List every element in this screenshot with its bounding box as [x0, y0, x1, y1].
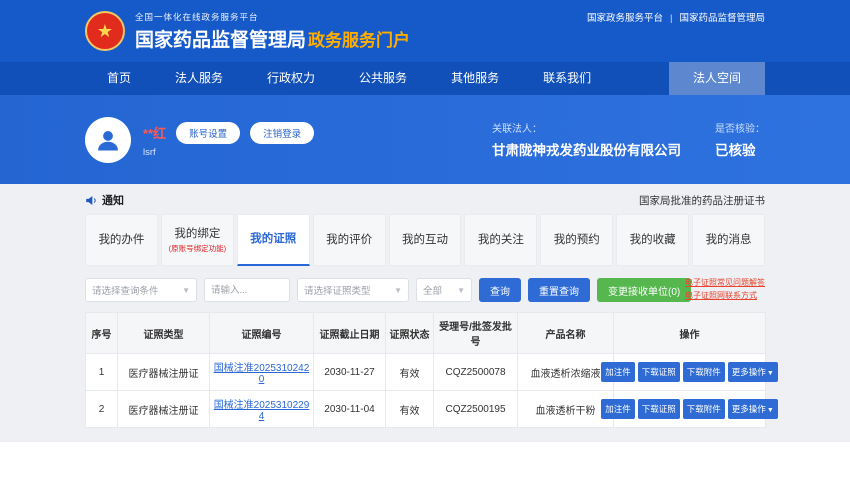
tab-my-follows[interactable]: 我的关注: [464, 214, 537, 266]
user-avatar: [85, 117, 131, 163]
verify-status-value: 已核验: [715, 139, 765, 159]
national-emblem-icon: ★: [85, 11, 125, 51]
nav-item-other-services[interactable]: 其他服务: [429, 62, 521, 95]
main-nav: 首页 法人服务 行政权力 公共服务 其他服务 联系我们 法人空间: [0, 62, 850, 95]
header-top-links: 国家政务服务平台 | 国家药品监督管理局: [587, 10, 765, 24]
tab-my-licenses[interactable]: 我的证照: [237, 214, 310, 266]
site-title-block: 全国一体化在线政务服务平台 国家药品监督管理局政务服务门户: [135, 11, 410, 52]
portal-title: 政务服务门户: [308, 31, 410, 50]
cell-index: 2: [86, 391, 118, 428]
col-header-license-number: 证照编号: [210, 313, 314, 354]
tab-my-appointments[interactable]: 我的预约: [540, 214, 613, 266]
cell-status: 有效: [386, 391, 434, 428]
download-attachment-button[interactable]: 下载附件: [683, 399, 725, 419]
person-icon: [94, 126, 122, 154]
cert-number-link[interactable]: 国械注准20253102294: [214, 400, 310, 422]
tab-my-reviews[interactable]: 我的评价: [313, 214, 386, 266]
tab-my-messages[interactable]: 我的消息: [692, 214, 765, 266]
tab-my-items[interactable]: 我的办件: [85, 214, 158, 266]
help-links: 电子证照常见问题解答 电子证照网联系方式: [685, 277, 765, 303]
keyword-input[interactable]: [204, 278, 290, 302]
notice-label: 通知: [102, 192, 124, 208]
table-row: 1 医疗器械注册证 国械注准20253102420 2030-11-27 有效 …: [86, 354, 766, 391]
cell-product-name: 血液透析浓缩液: [518, 354, 614, 391]
related-corp-label: 关联法人：: [492, 120, 681, 135]
col-header-expiry: 证照截止日期: [314, 313, 386, 354]
cell-expiry: 2030-11-27: [314, 354, 386, 391]
download-license-button[interactable]: 下载证照: [638, 399, 680, 419]
chevron-down-icon: ▼: [457, 286, 465, 295]
query-button[interactable]: 查询: [479, 278, 521, 302]
logout-button[interactable]: 注销登录: [250, 122, 314, 144]
link-national-platform[interactable]: 国家政务服务平台: [587, 13, 663, 24]
cell-product-name: 血液透析干粉: [518, 391, 614, 428]
col-header-status: 证照状态: [386, 313, 434, 354]
verify-status-group: 是否核验： 已核验: [715, 120, 765, 159]
license-contact-link[interactable]: 电子证照网联系方式: [685, 290, 765, 303]
notice-right-text[interactable]: 国家局批准的药品注册证书: [639, 193, 765, 208]
site-title: 国家药品监督管理局: [135, 30, 306, 51]
cell-license-type: 医疗器械注册证: [118, 354, 210, 391]
nav-item-contact[interactable]: 联系我们: [521, 62, 613, 95]
col-header-acceptance-number: 受理号/批签发批号: [434, 313, 518, 354]
license-table: 序号 证照类型 证照编号 证照截止日期 证照状态 受理号/批签发批号 产品名称 …: [85, 312, 766, 428]
separator: |: [670, 13, 672, 24]
annotate-button[interactable]: 加注件: [601, 399, 635, 419]
query-condition-select[interactable]: 请选择查询条件 ▼: [85, 278, 197, 302]
tab-my-favorites[interactable]: 我的收藏: [616, 214, 689, 266]
annotate-button[interactable]: 加注件: [601, 362, 635, 382]
col-header-index: 序号: [86, 313, 118, 354]
speaker-icon: [85, 194, 98, 207]
tabs-bar: 我的办件 我的绑定(原账号绑定功能) 我的证照 我的评价 我的互动 我的关注 我…: [85, 214, 765, 266]
user-name: **红: [143, 123, 166, 142]
tab-binding-subtext: (原账号绑定功能): [169, 244, 227, 254]
nav-item-home[interactable]: 首页: [85, 62, 153, 95]
cell-status: 有效: [386, 354, 434, 391]
table-header-row: 序号 证照类型 证照编号 证照截止日期 证照状态 受理号/批签发批号 产品名称 …: [86, 313, 766, 354]
tab-my-interactions[interactable]: 我的互动: [389, 214, 462, 266]
verify-status-label: 是否核验：: [715, 120, 765, 135]
related-corp-value: 甘肃陇神戎发药业股份有限公司: [492, 139, 681, 159]
cell-index: 1: [86, 354, 118, 391]
cert-number-link[interactable]: 国械注准20253102420: [214, 363, 310, 385]
cell-acceptance-number: CQZ2500078: [434, 354, 518, 391]
download-attachment-button[interactable]: 下载附件: [683, 362, 725, 382]
col-header-product-name: 产品名称: [518, 313, 614, 354]
filter-row: 请选择查询条件 ▼ 请选择证照类型 ▼ 全部 ▼ 查询 重置查询 变更接收单位(…: [85, 278, 765, 302]
chevron-down-icon: ▼: [767, 370, 774, 377]
account-settings-button[interactable]: 账号设置: [176, 122, 240, 144]
related-corp-group: 关联法人： 甘肃陇神戎发药业股份有限公司: [492, 120, 681, 159]
link-nmpa-site[interactable]: 国家药品监督管理局: [679, 13, 765, 24]
chevron-down-icon: ▼: [767, 407, 774, 414]
col-header-actions: 操作: [614, 313, 766, 354]
platform-subtitle: 全国一体化在线政务服务平台: [135, 11, 410, 23]
table-row: 2 医疗器械注册证 国械注准20253102294 2030-11-04 有效 …: [86, 391, 766, 428]
site-header: ★ 全国一体化在线政务服务平台 国家药品监督管理局政务服务门户 国家政务服务平台…: [0, 0, 850, 62]
cell-acceptance-number: CQZ2500195: [434, 391, 518, 428]
tab-my-binding[interactable]: 我的绑定(原账号绑定功能): [161, 214, 234, 266]
license-type-select[interactable]: 请选择证照类型 ▼: [297, 278, 409, 302]
chevron-down-icon: ▼: [394, 286, 402, 295]
cell-license-type: 医疗器械注册证: [118, 391, 210, 428]
more-actions-button[interactable]: 更多操作▼: [728, 362, 778, 382]
chevron-down-icon: ▼: [182, 286, 190, 295]
status-select[interactable]: 全部 ▼: [416, 278, 472, 302]
download-license-button[interactable]: 下载证照: [638, 362, 680, 382]
user-banner: **红 账号设置 注销登录 lsrf 关联法人： 甘肃陇神戎发药业股份有限公司 …: [0, 95, 850, 184]
user-account-id: lsrf: [143, 147, 314, 158]
reset-query-button[interactable]: 重置查询: [528, 278, 590, 302]
nav-item-public-services[interactable]: 公共服务: [337, 62, 429, 95]
change-receiver-button[interactable]: 变更接收单位(0): [597, 278, 691, 302]
license-faq-link[interactable]: 电子证照常见问题解答: [685, 277, 765, 290]
user-info: **红 账号设置 注销登录 lsrf: [143, 122, 314, 158]
notice-row: 通知 国家局批准的药品注册证书: [85, 192, 765, 208]
nav-item-administrative-power[interactable]: 行政权力: [245, 62, 337, 95]
content-area: 通知 国家局批准的药品注册证书 我的办件 我的绑定(原账号绑定功能) 我的证照 …: [0, 184, 850, 442]
more-actions-button[interactable]: 更多操作▼: [728, 399, 778, 419]
cell-expiry: 2030-11-04: [314, 391, 386, 428]
col-header-license-type: 证照类型: [118, 313, 210, 354]
nav-corp-space[interactable]: 法人空间: [669, 62, 765, 95]
nav-item-corporate-services[interactable]: 法人服务: [153, 62, 245, 95]
